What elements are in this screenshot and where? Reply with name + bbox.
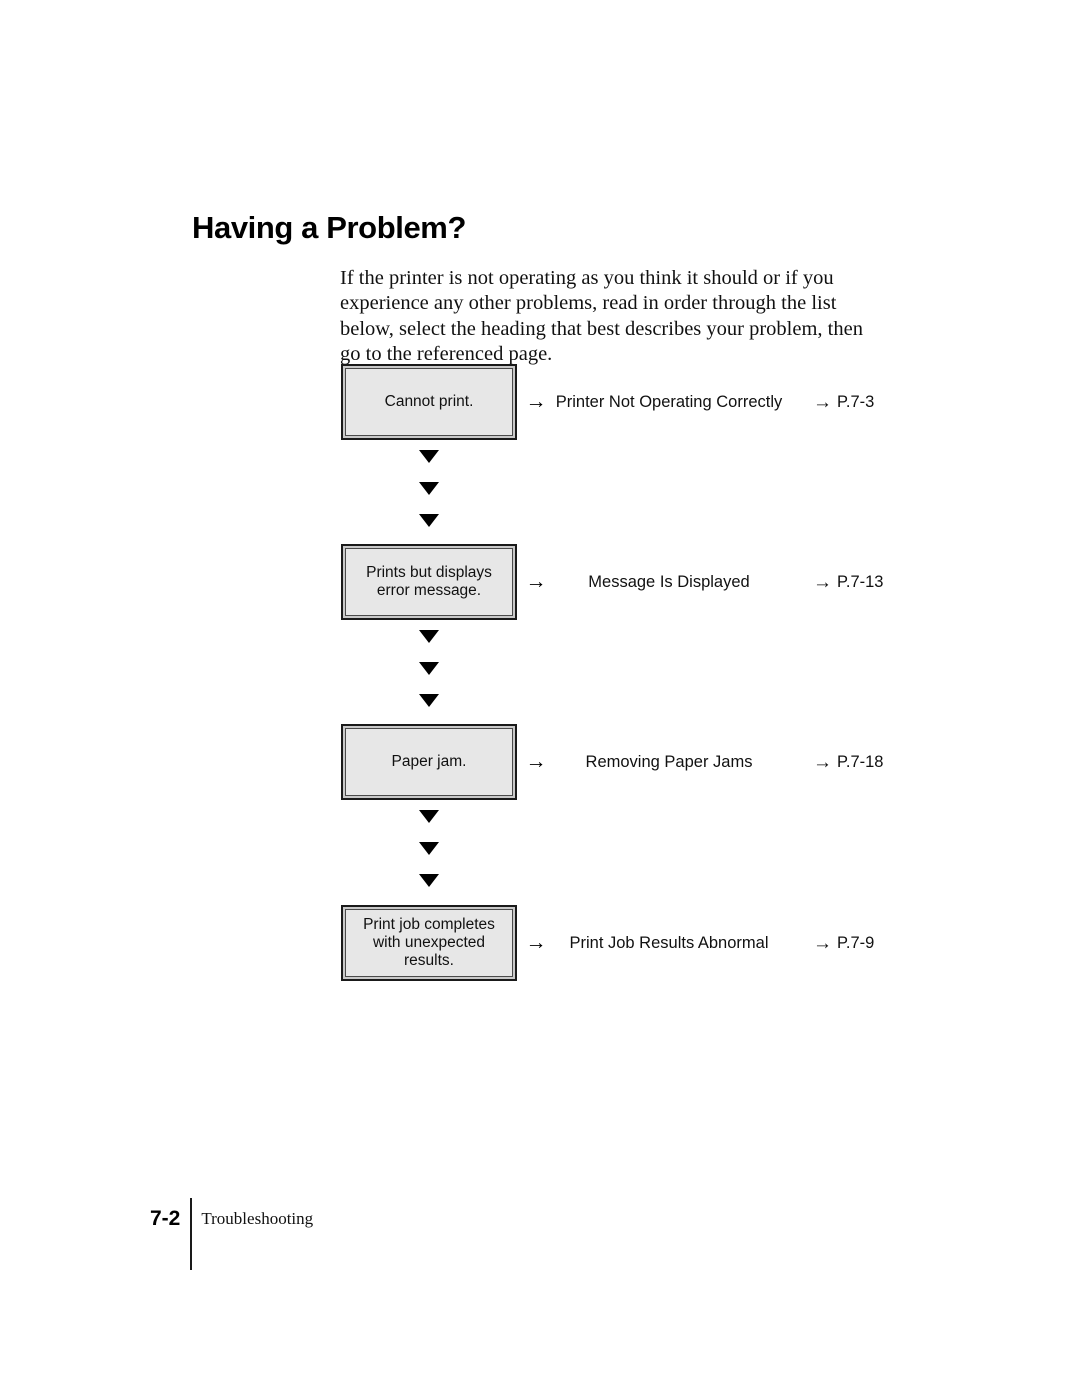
symptom-box[interactable]: Print job completes with unexpected resu… xyxy=(341,905,517,981)
down-triangle-icon xyxy=(419,694,439,707)
down-triangle-icon xyxy=(419,810,439,823)
symptom-box-label: Print job completes with unexpected resu… xyxy=(345,909,513,977)
section-heading[interactable]: Message Is Displayed xyxy=(553,544,785,620)
down-triangle-icon xyxy=(419,450,439,463)
section-heading[interactable]: Printer Not Operating Correctly xyxy=(553,364,785,440)
footer-page-number: 7-2 xyxy=(150,1207,181,1230)
section-heading[interactable]: Removing Paper Jams xyxy=(553,724,785,800)
right-arrow-icon: → xyxy=(525,390,547,413)
symptom-box[interactable]: Prints but displays error message. xyxy=(341,544,517,620)
reference-arrow-icon: → xyxy=(813,751,832,773)
down-triangle-icon xyxy=(419,514,439,527)
page-reference[interactable]: → P.7-13 xyxy=(813,544,884,620)
right-arrow-icon: → xyxy=(525,931,547,954)
right-arrow-icon: → xyxy=(525,570,547,593)
troubleshooting-flowchart: Cannot print. → Printer Not Operating Co… xyxy=(0,0,1080,1397)
symptom-box-label: Paper jam. xyxy=(345,728,513,796)
symptom-box-label: Cannot print. xyxy=(345,368,513,436)
footer-section-name: Troubleshooting xyxy=(201,1209,314,1228)
right-arrow-icon: → xyxy=(525,750,547,773)
page-reference-label: P.7-18 xyxy=(837,752,884,771)
section-heading[interactable]: Print Job Results Abnormal xyxy=(553,905,785,981)
symptom-box[interactable]: Cannot print. xyxy=(341,364,517,440)
down-triangle-icon xyxy=(419,630,439,643)
symptom-box[interactable]: Paper jam. xyxy=(341,724,517,800)
page-reference[interactable]: → P.7-3 xyxy=(813,364,874,440)
flow-connector xyxy=(409,450,449,527)
reference-arrow-icon: → xyxy=(813,391,832,413)
page-reference[interactable]: → P.7-18 xyxy=(813,724,884,800)
flow-connector xyxy=(409,630,449,707)
reference-arrow-icon: → xyxy=(813,932,832,954)
down-triangle-icon xyxy=(419,842,439,855)
down-triangle-icon xyxy=(419,662,439,675)
symptom-box-label: Prints but displays error message. xyxy=(345,548,513,616)
page-reference-label: P.7-13 xyxy=(837,572,884,591)
page-reference-label: P.7-9 xyxy=(837,933,875,952)
reference-arrow-icon: → xyxy=(813,571,832,593)
document-page: Having a Problem? If the printer is not … xyxy=(0,0,1080,1397)
down-triangle-icon xyxy=(419,874,439,887)
flow-connector xyxy=(409,810,449,887)
page-footer: 7-2 Troubleshooting xyxy=(150,1198,313,1270)
page-reference[interactable]: → P.7-9 xyxy=(813,905,874,981)
down-triangle-icon xyxy=(419,482,439,495)
page-reference-label: P.7-3 xyxy=(837,392,875,411)
